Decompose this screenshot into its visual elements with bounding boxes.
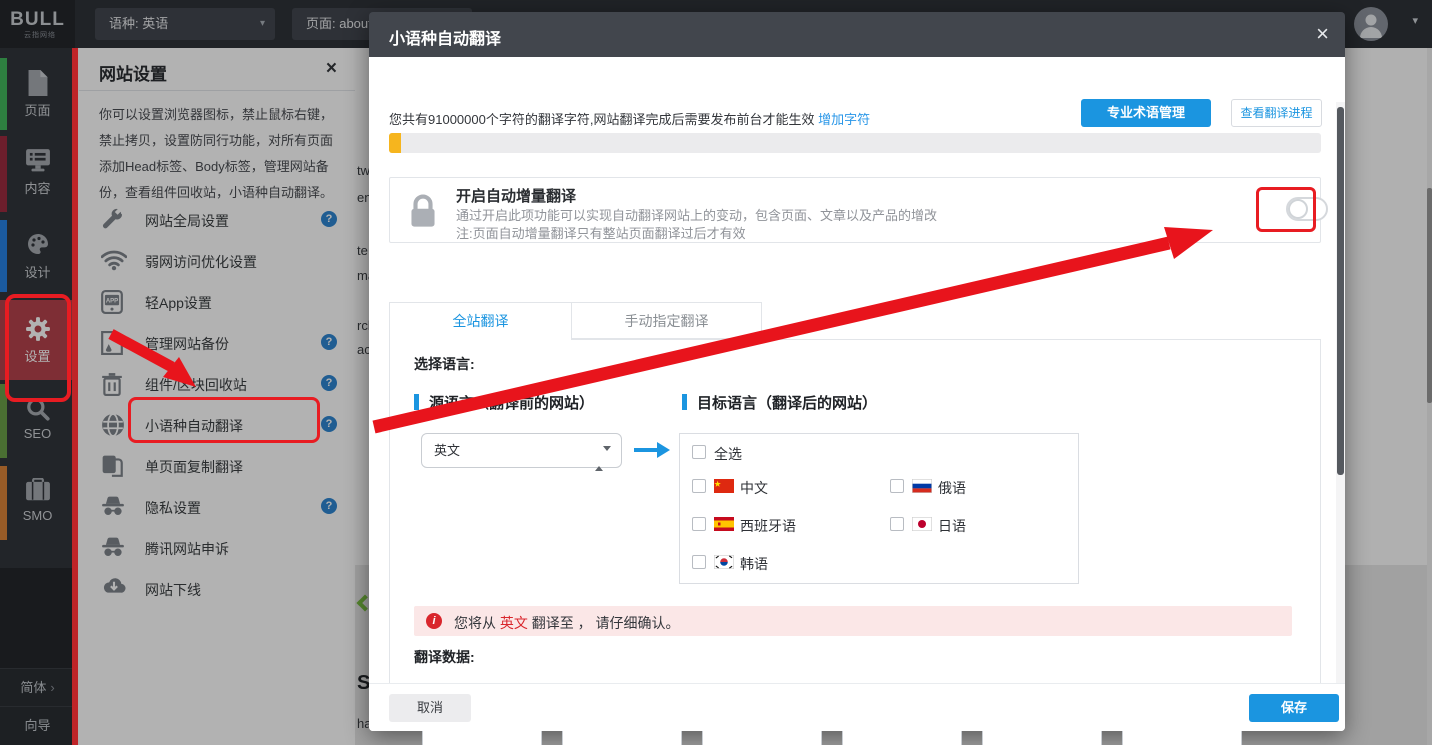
arrow-right-icon <box>634 441 670 464</box>
select-stepper-icon <box>595 442 611 475</box>
auto-increment-note: 注:页面自动增量翻译只有整站页面翻译过后才有效 <box>456 223 746 242</box>
modal-scrollbar[interactable] <box>1336 102 1345 683</box>
target-language-list: 全选 中文 俄语 西班牙语 <box>679 433 1079 584</box>
tab-full-site-translate[interactable]: 全站翻译 <box>389 302 572 340</box>
select-all-row[interactable]: 全选 <box>692 444 872 462</box>
language-label: 俄语 <box>938 478 966 498</box>
terminology-management-button[interactable]: 专业术语管理 <box>1081 99 1211 127</box>
language-checkbox[interactable] <box>692 479 706 493</box>
full-site-translate-panel: 选择语言: 源语言（翻译前的网站） 目标语言（翻译后的网站） 英文 <box>389 339 1321 731</box>
auto-increment-title: 开启自动增量翻译 <box>456 185 576 206</box>
screen: tw en te ma rch ac S ha BULL 云指网络 语种: 英语… <box>0 0 1432 745</box>
language-row-spanish[interactable]: 西班牙语 <box>692 516 872 534</box>
progress-bar-fill <box>389 133 401 153</box>
view-translation-progress-button[interactable]: 查看翻译进程 <box>1231 99 1322 127</box>
source-language-value: 英文 <box>434 443 460 458</box>
modal-scrollbar-thumb[interactable] <box>1337 107 1344 475</box>
blue-bar <box>682 394 687 410</box>
tab-manual-translate[interactable]: 手动指定翻译 <box>572 302 762 339</box>
add-characters-link[interactable]: 增加字符 <box>818 112 870 127</box>
flag-kr-icon <box>714 555 734 569</box>
select-all-label: 全选 <box>714 444 742 464</box>
language-label: 韩语 <box>740 554 768 574</box>
language-checkbox[interactable] <box>692 555 706 569</box>
modal-header: 小语种自动翻译 × <box>369 12 1345 57</box>
lock-icon <box>408 193 438 234</box>
language-label: 日语 <box>938 516 966 536</box>
flag-jp-icon <box>912 517 932 531</box>
info-icon: i <box>426 613 442 629</box>
modal-body: 您共有91000000个字符的翻译字符,网站翻译完成后需要发布前台才能生效 增加… <box>369 57 1345 731</box>
translate-data-label: 翻译数据: <box>414 647 475 667</box>
auto-increment-section: 开启自动增量翻译 通过开启此项功能可以实现自动翻译网站上的变动，包含页面、文章以… <box>389 177 1321 243</box>
source-language-select[interactable]: 英文 <box>421 433 622 468</box>
confirm-alert: i 您将从 英文 翻译至 ， 请仔细确认。 <box>414 606 1292 636</box>
language-label: 西班牙语 <box>740 516 796 536</box>
language-checkbox[interactable] <box>890 479 904 493</box>
modal-footer: 取消 保存 <box>369 683 1345 731</box>
language-row-japanese[interactable]: 日语 <box>890 516 1060 534</box>
language-checkbox[interactable] <box>692 517 706 531</box>
auto-increment-desc: 通过开启此项功能可以实现自动翻译网站上的变动，包含页面、文章以及产品的增改 <box>456 205 937 224</box>
blue-bar <box>414 394 419 410</box>
flag-cn-icon <box>714 479 734 493</box>
language-row-chinese[interactable]: 中文 <box>692 478 872 496</box>
choose-language-label: 选择语言: <box>414 354 475 374</box>
translation-progress-bar <box>389 133 1321 153</box>
confirm-alert-text: 您将从 英文 翻译至 ， 请仔细确认。 <box>454 613 680 633</box>
flag-es-icon <box>714 517 734 531</box>
auto-translate-modal: 小语种自动翻译 × 您共有91000000个字符的翻译字符,网站翻译完成后需要发… <box>369 12 1345 731</box>
language-label: 中文 <box>740 478 768 498</box>
language-row-russian[interactable]: 俄语 <box>890 478 1060 496</box>
modal-title: 小语种自动翻译 <box>389 25 501 49</box>
alert-language: 英文 <box>500 615 528 631</box>
close-icon[interactable]: × <box>1316 21 1329 47</box>
save-button[interactable]: 保存 <box>1249 694 1339 722</box>
character-quota-text: 您共有91000000个字符的翻译字符,网站翻译完成后需要发布前台才能生效 增加… <box>389 109 870 128</box>
select-all-checkbox[interactable] <box>692 445 706 459</box>
toggle-knob <box>1288 199 1308 219</box>
flag-ru-icon <box>912 479 932 493</box>
language-checkbox[interactable] <box>890 517 904 531</box>
auto-increment-toggle[interactable] <box>1286 197 1328 221</box>
language-row-korean[interactable]: 韩语 <box>692 554 872 572</box>
source-language-header: 源语言（翻译前的网站） <box>414 392 594 413</box>
cancel-button[interactable]: 取消 <box>389 694 471 722</box>
target-language-header: 目标语言（翻译后的网站） <box>682 392 877 413</box>
